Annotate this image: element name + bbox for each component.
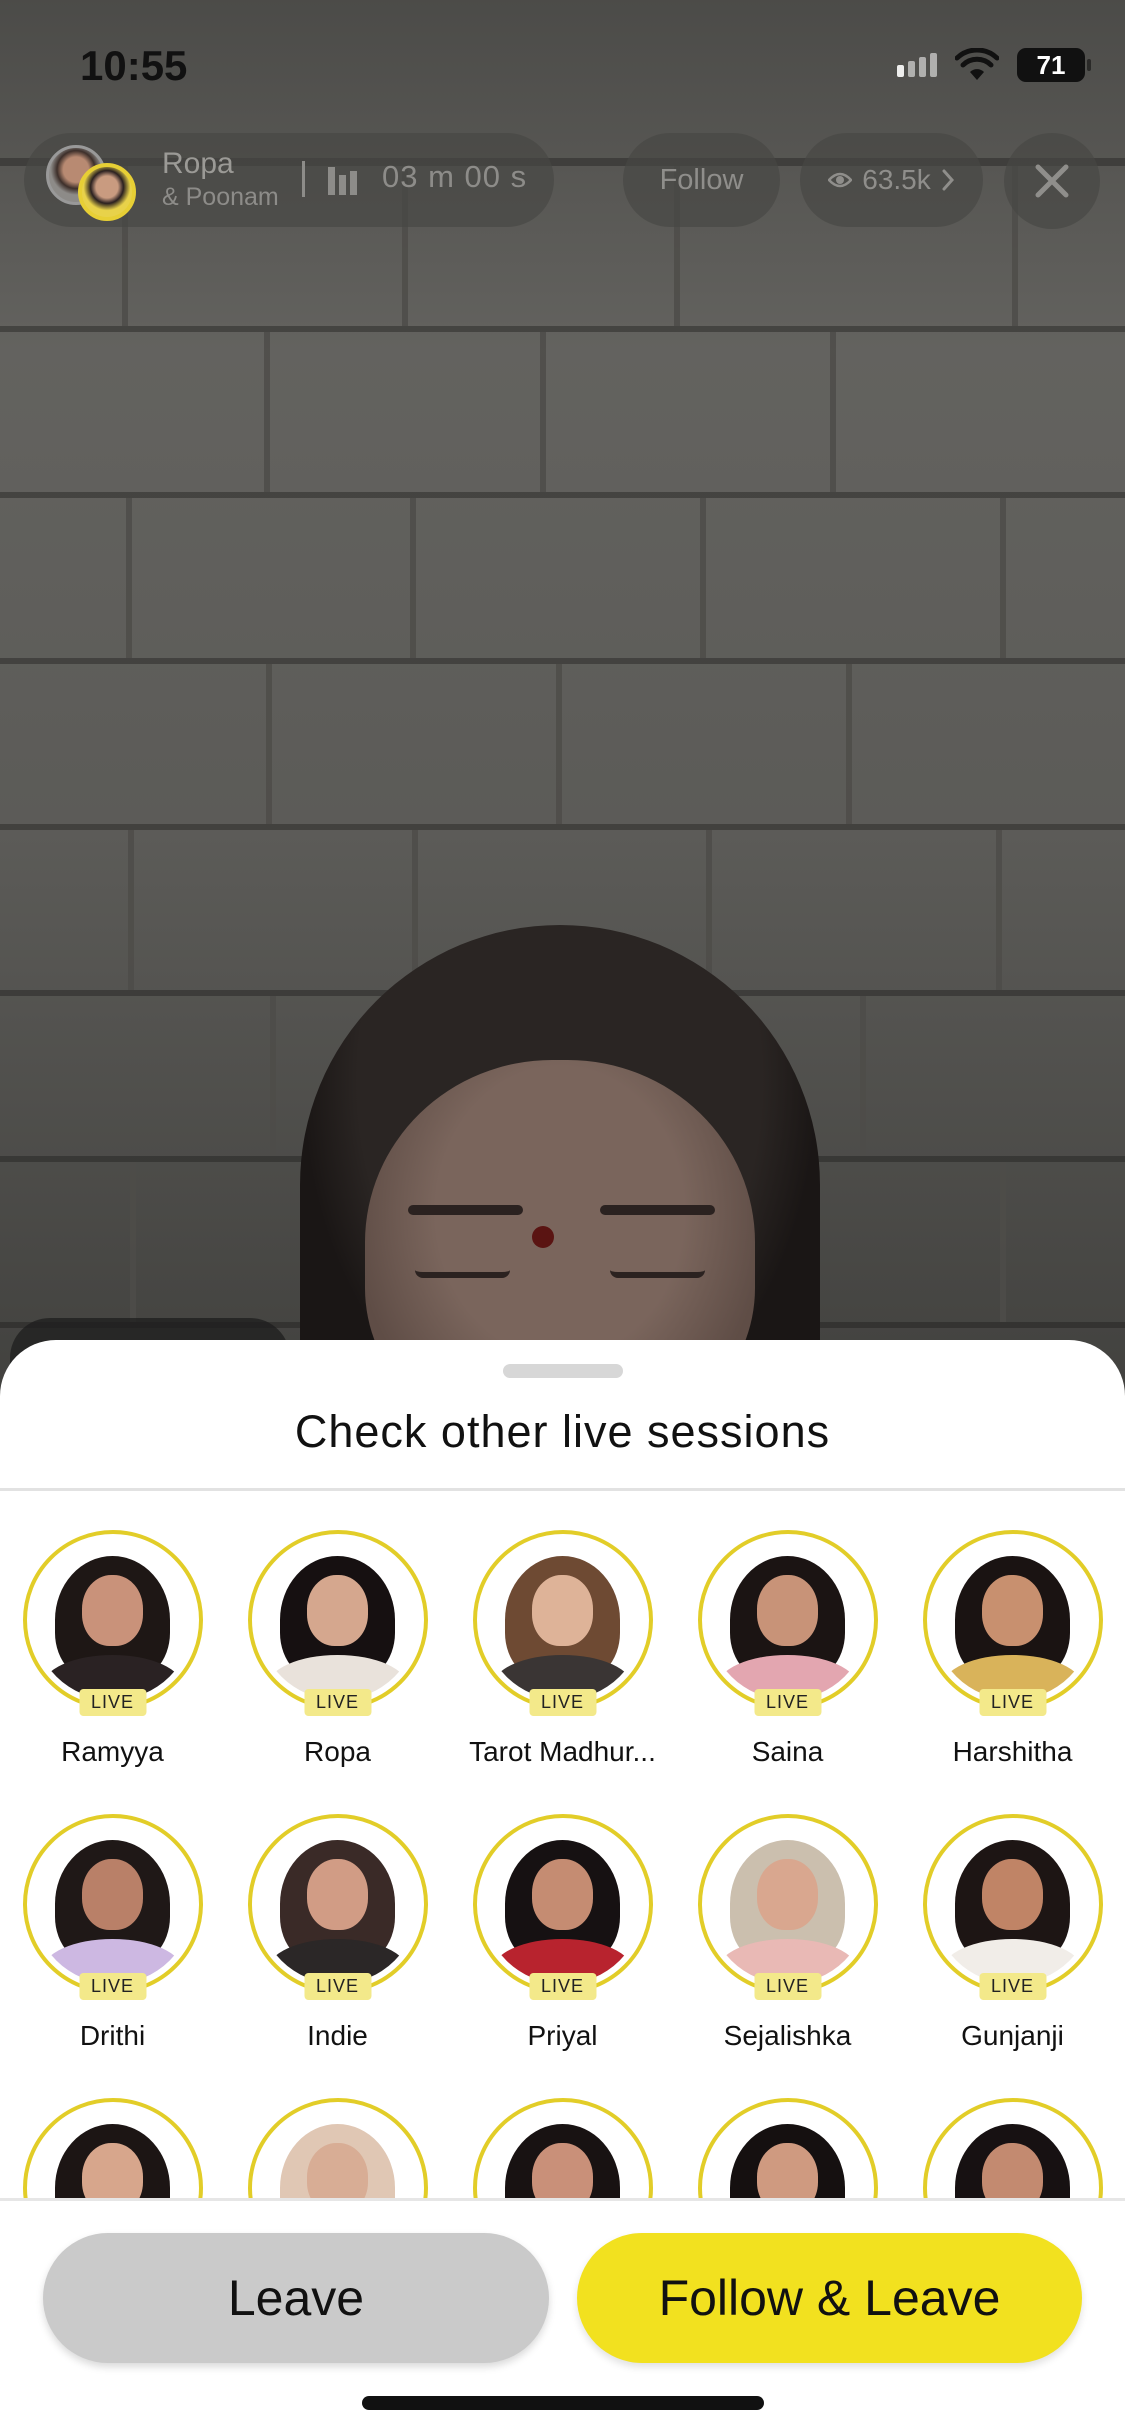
live-duration: 03 m 00 s <box>382 159 528 194</box>
live-session-card[interactable]: LIVE Drithi <box>0 1814 225 2052</box>
close-icon <box>1035 164 1069 198</box>
live-badge: LIVE <box>528 1973 597 2000</box>
live-badge: LIVE <box>528 1689 597 1716</box>
astrologer-avatar: LIVE <box>922 1814 1103 2000</box>
live-badge: LIVE <box>303 1689 372 1716</box>
brick-joint <box>270 996 276 1156</box>
brick-joint <box>700 498 706 658</box>
streamer-brow <box>600 1205 715 1215</box>
brick-joint <box>264 332 270 492</box>
live-badge: LIVE <box>78 1973 147 2000</box>
brick-joint <box>860 996 866 1156</box>
brick-joint <box>556 664 562 824</box>
brick-joint <box>410 498 416 658</box>
battery-icon: 71 <box>1017 48 1091 82</box>
follow-and-leave-button[interactable]: Follow & Leave <box>577 2233 1082 2363</box>
astrologer-avatar: LIVE <box>472 1530 653 1716</box>
streamer-brow <box>408 1205 523 1215</box>
brick-joint <box>996 830 1002 990</box>
live-session-card[interactable]: LIVE Ramyya <box>0 1530 225 1768</box>
co-host-avatar <box>78 163 136 221</box>
status-icons: 71 <box>897 48 1091 82</box>
astrologer-avatar <box>472 2098 653 2200</box>
astrologer-name: Ropa <box>304 1736 371 1767</box>
host-name: Ropa <box>162 147 234 180</box>
viewer-count: 63.5k <box>862 164 931 195</box>
live-session-card[interactable] <box>225 2098 450 2200</box>
astrologer-name: Harshitha <box>952 1736 1073 1767</box>
astrologer-name: Saina <box>751 1736 824 1767</box>
brick-joint <box>830 332 836 492</box>
live-badge: LIVE <box>303 1973 372 2000</box>
brick-joint <box>540 332 546 492</box>
brick-joint <box>266 664 272 824</box>
live-session-card[interactable]: LIVE Sejalishka <box>675 1814 900 2052</box>
brick-joint <box>846 664 852 824</box>
live-session-card[interactable] <box>900 2098 1125 2200</box>
astrologer-avatar: LIVE <box>922 1530 1103 1716</box>
astrologer-name: Priyal <box>527 2020 598 2051</box>
astrologer-avatar <box>922 2098 1103 2200</box>
wifi-icon <box>955 48 999 80</box>
streamer-bindi <box>532 1226 554 1248</box>
brick-joint <box>128 830 134 990</box>
status-time: 10:55 <box>80 42 188 89</box>
live-session-card[interactable]: LIVE Indie <box>225 1814 450 2052</box>
astrologer-name: Ramyya <box>61 1736 164 1767</box>
live-session-card[interactable]: LIVE Tarot Madhur... <box>450 1530 675 1768</box>
live-badge: LIVE <box>753 1973 822 2000</box>
home-indicator <box>362 2396 764 2410</box>
cellular-signal-icon <box>897 53 937 77</box>
live-badge: LIVE <box>978 1689 1047 1716</box>
astrologer-avatar: LIVE <box>247 1530 428 1716</box>
follow-button[interactable]: Follow <box>623 133 780 227</box>
brick-joint <box>126 498 132 658</box>
bars-icon <box>328 167 357 195</box>
astrologer-avatar: LIVE <box>472 1814 653 2000</box>
brick-joint <box>706 830 712 990</box>
host-info-pill[interactable]: Ropa & Poonam 03 m 00 s <box>24 133 554 227</box>
astrologer-avatar: LIVE <box>697 1530 878 1716</box>
streamer-eye <box>610 1270 705 1278</box>
viewers-button[interactable]: 63.5k <box>800 133 983 227</box>
astrologer-avatar: LIVE <box>22 1530 203 1716</box>
live-session-card[interactable]: LIVE Harshitha <box>900 1530 1125 1768</box>
live-session-card[interactable]: LIVE Saina <box>675 1530 900 1768</box>
live-sessions-sheet: Check other live sessions LIVE Ramyya LI… <box>0 1340 1125 2436</box>
live-badge: LIVE <box>978 1973 1047 2000</box>
streamer-eye <box>415 1270 510 1278</box>
close-button[interactable] <box>1004 133 1100 229</box>
astrologer-name: Drithi <box>79 2020 146 2051</box>
astrologer-avatar <box>22 2098 203 2200</box>
live-session-card[interactable]: LIVE Ropa <box>225 1530 450 1768</box>
astrologer-name: Tarot Madhur... <box>469 1736 656 1767</box>
live-badge: LIVE <box>753 1689 822 1716</box>
eye-icon <box>828 172 853 188</box>
astrologer-avatar: LIVE <box>247 1814 428 2000</box>
live-session-card[interactable] <box>675 2098 900 2200</box>
leave-button[interactable]: Leave <box>43 2233 549 2363</box>
brick-joint <box>130 1162 136 1322</box>
brick-joint <box>1000 1162 1006 1322</box>
brick-joint <box>412 830 418 990</box>
astrologer-name: Sejalishka <box>723 2020 852 2051</box>
astrologer-avatar <box>697 2098 878 2200</box>
live-sessions-grid: LIVE Ramyya LIVE Ropa LIVE Tarot Madhur.… <box>0 1340 1125 2200</box>
astrologer-name: Indie <box>307 2020 368 2051</box>
live-session-card[interactable] <box>0 2098 225 2200</box>
astrologer-avatar: LIVE <box>22 1814 203 2000</box>
live-session-card[interactable] <box>450 2098 675 2200</box>
chevron-right-icon <box>942 169 954 191</box>
astrologer-avatar: LIVE <box>697 1814 878 2000</box>
divider <box>302 161 305 197</box>
astrologer-avatar <box>247 2098 428 2200</box>
astrologer-name: Gunjanji <box>961 2020 1064 2051</box>
live-badge: LIVE <box>78 1689 147 1716</box>
live-session-card[interactable]: LIVE Priyal <box>450 1814 675 2052</box>
brick-joint <box>1000 498 1006 658</box>
live-session-card[interactable]: LIVE Gunjanji <box>900 1814 1125 2052</box>
co-host-name: & Poonam <box>162 183 279 211</box>
